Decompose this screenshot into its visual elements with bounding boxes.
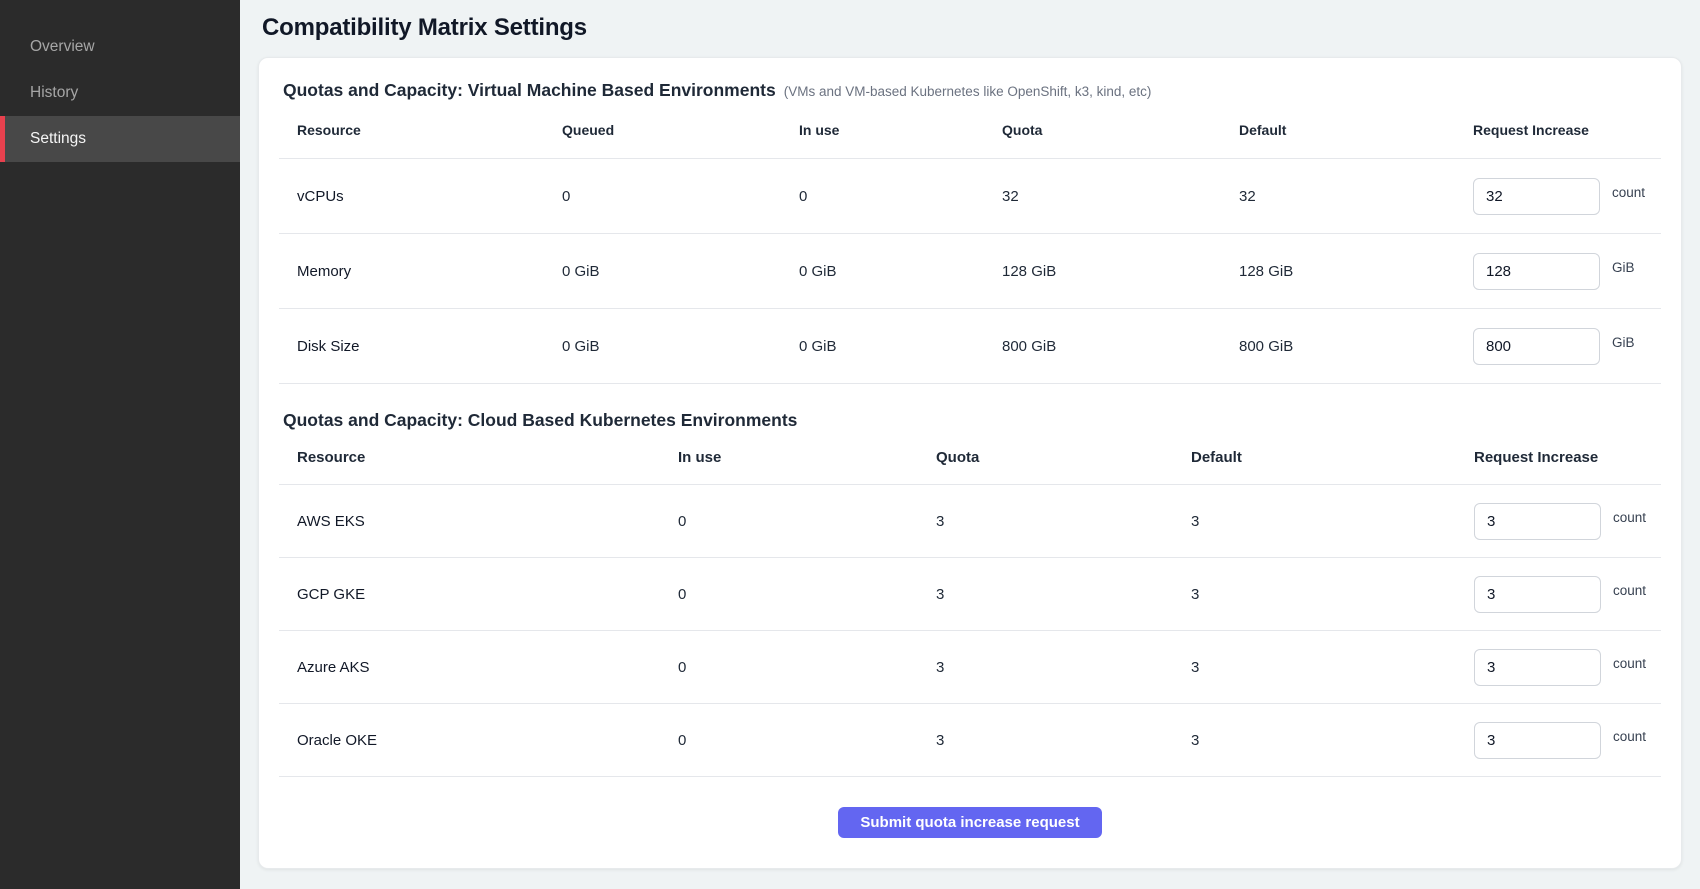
- in-use-value: 0 GiB: [799, 263, 1002, 280]
- unit-label: GiB: [1612, 335, 1635, 350]
- unit-label: count: [1613, 583, 1646, 598]
- section-title-text: Quotas and Capacity: Cloud Based Kuberne…: [283, 410, 797, 430]
- azure-aks-request-input[interactable]: [1474, 649, 1601, 686]
- gcp-gke-request-input[interactable]: [1474, 576, 1601, 613]
- page-title: Compatibility Matrix Settings: [262, 14, 1682, 42]
- sidebar-item-overview[interactable]: Overview: [0, 24, 240, 70]
- resource-name: vCPUs: [279, 188, 562, 205]
- table-row-disk-size: Disk Size 0 GiB 0 GiB 800 GiB 800 GiB Gi…: [279, 309, 1661, 384]
- disk-size-request-input[interactable]: [1473, 328, 1600, 365]
- queued-value: 0: [562, 188, 799, 205]
- resource-name: Oracle OKE: [279, 732, 678, 749]
- resource-name: GCP GKE: [279, 586, 678, 603]
- settings-card: Quotas and Capacity: Virtual Machine Bas…: [258, 57, 1682, 869]
- in-use-value: 0: [678, 513, 936, 530]
- quota-value: 3: [936, 586, 1191, 603]
- request-increase-cell: count: [1473, 178, 1659, 215]
- request-increase-cell: GiB: [1473, 253, 1659, 290]
- memory-request-input[interactable]: [1473, 253, 1600, 290]
- cloud-table-header: Resource In use Quota Default Request In…: [279, 431, 1661, 485]
- sidebar-item-settings[interactable]: Settings: [0, 116, 240, 162]
- queued-value: 0 GiB: [562, 263, 799, 280]
- vcpus-request-input[interactable]: [1473, 178, 1600, 215]
- queued-value: 0 GiB: [562, 338, 799, 355]
- resource-name: Disk Size: [279, 338, 562, 355]
- aws-eks-request-input[interactable]: [1474, 503, 1601, 540]
- quota-value: 128 GiB: [1002, 263, 1239, 280]
- table-row-memory: Memory 0 GiB 0 GiB 128 GiB 128 GiB GiB: [279, 234, 1661, 309]
- quota-value: 800 GiB: [1002, 338, 1239, 355]
- request-increase-cell: GiB: [1473, 328, 1659, 365]
- table-row-aws-eks: AWS EKS 0 3 3 count: [279, 485, 1661, 558]
- oracle-oke-request-input[interactable]: [1474, 722, 1601, 759]
- default-value: 3: [1191, 659, 1474, 676]
- table-row-vcpus: vCPUs 0 0 32 32 count: [279, 159, 1661, 234]
- sidebar: Overview History Settings: [0, 0, 240, 889]
- section-vm-environments: Quotas and Capacity: Virtual Machine Bas…: [279, 80, 1661, 384]
- section-title-cloud-k8s: Quotas and Capacity: Cloud Based Kuberne…: [283, 410, 1661, 431]
- table-row-gcp-gke: GCP GKE 0 3 3 count: [279, 558, 1661, 631]
- quota-value: 3: [936, 659, 1191, 676]
- default-value: 3: [1191, 513, 1474, 530]
- resource-name: Azure AKS: [279, 659, 678, 676]
- request-increase-cell: count: [1474, 576, 1659, 613]
- submit-quota-increase-button[interactable]: Submit quota increase request: [838, 807, 1101, 838]
- unit-label: count: [1613, 510, 1646, 525]
- column-header-quota: Quota: [936, 449, 1191, 466]
- column-header-default: Default: [1191, 449, 1474, 466]
- sidebar-item-label: Settings: [30, 130, 86, 148]
- default-value: 128 GiB: [1239, 263, 1473, 280]
- request-increase-cell: count: [1474, 649, 1659, 686]
- in-use-value: 0: [678, 659, 936, 676]
- column-header-in-use: In use: [678, 449, 936, 466]
- quota-value: 3: [936, 513, 1191, 530]
- section-cloud-k8s-environments: Quotas and Capacity: Cloud Based Kuberne…: [279, 410, 1661, 777]
- sidebar-item-history[interactable]: History: [0, 70, 240, 116]
- table-row-azure-aks: Azure AKS 0 3 3 count: [279, 631, 1661, 704]
- default-value: 3: [1191, 732, 1474, 749]
- in-use-value: 0: [678, 586, 936, 603]
- resource-name: Memory: [279, 263, 562, 280]
- unit-label: count: [1613, 729, 1646, 744]
- quota-value: 32: [1002, 188, 1239, 205]
- column-header-request-increase: Request Increase: [1473, 122, 1659, 138]
- in-use-value: 0: [678, 732, 936, 749]
- in-use-value: 0 GiB: [799, 338, 1002, 355]
- column-header-resource: Resource: [279, 449, 678, 466]
- column-header-queued: Queued: [562, 122, 799, 138]
- table-row-oracle-oke: Oracle OKE 0 3 3 count: [279, 704, 1661, 777]
- submit-row: Submit quota increase request: [279, 807, 1661, 854]
- section-subtitle: (VMs and VM-based Kubernetes like OpenSh…: [784, 84, 1152, 99]
- request-increase-cell: count: [1474, 722, 1659, 759]
- request-increase-cell: count: [1474, 503, 1659, 540]
- vm-table-header: Resource Queued In use Quota Default Req…: [279, 101, 1661, 159]
- default-value: 32: [1239, 188, 1473, 205]
- unit-label: count: [1613, 656, 1646, 671]
- in-use-value: 0: [799, 188, 1002, 205]
- default-value: 3: [1191, 586, 1474, 603]
- quota-value: 3: [936, 732, 1191, 749]
- column-header-resource: Resource: [279, 122, 562, 138]
- sidebar-item-label: History: [30, 84, 78, 102]
- unit-label: GiB: [1612, 260, 1635, 275]
- sidebar-item-label: Overview: [30, 38, 95, 56]
- unit-label: count: [1612, 185, 1645, 200]
- column-header-request-increase: Request Increase: [1474, 449, 1659, 466]
- section-title-text: Quotas and Capacity: Virtual Machine Bas…: [283, 80, 776, 100]
- resource-name: AWS EKS: [279, 513, 678, 530]
- section-title-vm: Quotas and Capacity: Virtual Machine Bas…: [283, 80, 1661, 101]
- column-header-default: Default: [1239, 122, 1473, 138]
- main-content: Compatibility Matrix Settings Quotas and…: [240, 0, 1700, 889]
- column-header-in-use: In use: [799, 122, 1002, 138]
- column-header-quota: Quota: [1002, 122, 1239, 138]
- default-value: 800 GiB: [1239, 338, 1473, 355]
